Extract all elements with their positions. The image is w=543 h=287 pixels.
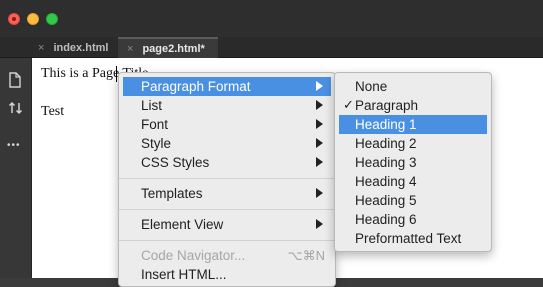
menu-item-insert-html[interactable]: Insert HTML... [123, 265, 331, 284]
more-icon[interactable]: ••• [7, 140, 21, 151]
submenu-arrow-icon [316, 138, 323, 148]
menu-item-paragraph-format[interactable]: Paragraph Format [123, 77, 331, 96]
submenu-item-heading-4[interactable]: Heading 4 [339, 172, 487, 191]
text-cursor [116, 66, 117, 82]
menu-item-font[interactable]: Font [123, 115, 331, 134]
menu-separator [119, 209, 335, 210]
menu-item-label: Font [141, 117, 169, 132]
menu-item-label: Heading 6 [355, 212, 417, 227]
body-text[interactable]: Test [41, 104, 64, 120]
menu-item-label: List [141, 98, 163, 113]
menu-separator [119, 240, 335, 241]
submenu-item-heading-5[interactable]: Heading 5 [339, 191, 487, 210]
maximize-window-button[interactable] [46, 13, 58, 25]
tab-label: index.html [53, 41, 109, 54]
menu-item-label: Preformatted Text [355, 231, 462, 246]
sort-icon[interactable] [8, 100, 24, 119]
menu-item-element-view[interactable]: Element View [123, 215, 331, 234]
submenu-arrow-icon [316, 119, 323, 129]
menu-separator [119, 178, 335, 179]
submenu-item-preformatted-text[interactable]: Preformatted Text [339, 229, 487, 248]
submenu-item-heading-6[interactable]: Heading 6 [339, 210, 487, 229]
submenu-item-heading-1[interactable]: Heading 1 [339, 115, 487, 134]
menu-item-label: Heading 5 [355, 193, 417, 208]
close-tab-icon[interactable]: × [38, 42, 44, 54]
close-window-button[interactable] [8, 13, 20, 25]
menu-item-label: None [355, 79, 388, 94]
menu-item-label: Heading 2 [355, 136, 417, 151]
menu-item-css-styles[interactable]: CSS Styles [123, 153, 331, 172]
submenu-item-heading-2[interactable]: Heading 2 [339, 134, 487, 153]
menu-item-label: Style [141, 136, 172, 151]
left-toolbar: ••• [0, 58, 32, 278]
menu-item-shortcut: ⌥⌘N [287, 248, 325, 263]
tab-label: page2.html* [142, 42, 205, 55]
menu-item-label: Insert HTML... [141, 267, 227, 282]
menu-item-label: Templates [141, 186, 203, 201]
context-menu: Paragraph Format List Font Style CSS Sty… [118, 72, 336, 287]
submenu-arrow-icon [316, 188, 323, 198]
submenu-arrow-icon [316, 219, 323, 229]
menu-item-code-navigator: Code Navigator... ⌥⌘N [123, 246, 331, 265]
tab-index-html[interactable]: × index.html [38, 37, 118, 58]
file-icon[interactable] [8, 72, 22, 91]
menu-item-label: Code Navigator... [141, 248, 246, 263]
submenu-arrow-icon [316, 157, 323, 167]
submenu-item-none[interactable]: None [339, 77, 487, 96]
close-tab-icon[interactable]: × [127, 43, 133, 55]
menu-item-label: Heading 4 [355, 174, 417, 189]
minimize-window-button[interactable] [27, 13, 39, 25]
menu-item-label: Heading 1 [355, 117, 417, 132]
submenu-item-paragraph[interactable]: ✓ Paragraph [339, 96, 487, 115]
menu-item-list[interactable]: List [123, 96, 331, 115]
menu-item-label: Element View [141, 217, 224, 232]
menu-item-label: Paragraph [355, 98, 419, 113]
submenu-item-heading-3[interactable]: Heading 3 [339, 153, 487, 172]
window-titlebar [0, 0, 543, 37]
menu-item-label: Paragraph Format [141, 79, 251, 94]
paragraph-format-submenu: None ✓ Paragraph Heading 1 Heading 2 Hea… [334, 72, 492, 252]
menu-item-label: Heading 3 [355, 155, 417, 170]
document-tab-bar: × index.html × page2.html* [0, 37, 543, 58]
menu-item-label: CSS Styles [141, 155, 210, 170]
tab-page2-html[interactable]: × page2.html* [118, 37, 218, 58]
menu-item-templates[interactable]: Templates [123, 184, 331, 203]
menu-item-style[interactable]: Style [123, 134, 331, 153]
submenu-arrow-icon [316, 81, 323, 91]
submenu-arrow-icon [316, 100, 323, 110]
checkmark-icon: ✓ [343, 97, 354, 112]
